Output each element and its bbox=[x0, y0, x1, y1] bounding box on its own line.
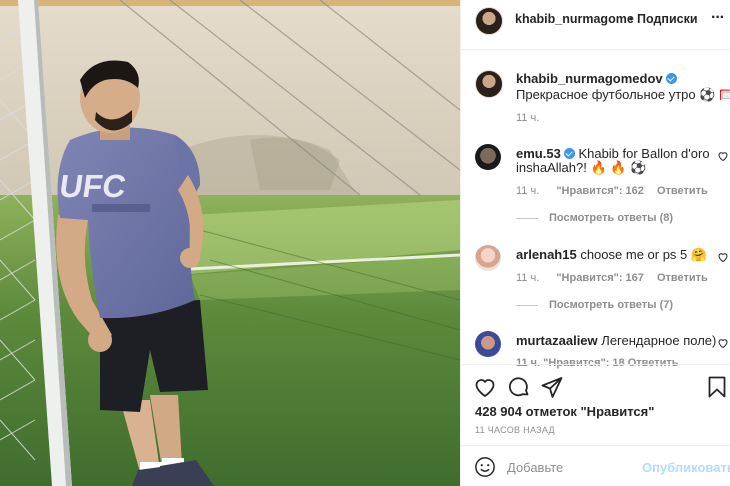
comment-likes[interactable]: "Нравится": 162 bbox=[556, 185, 644, 197]
view-replies-button[interactable]: Посмотреть ответы (7) bbox=[549, 299, 673, 311]
comment-avatar-arlenah15[interactable] bbox=[475, 245, 501, 271]
reply-button[interactable]: Ответить bbox=[657, 272, 708, 284]
verified-icon bbox=[563, 148, 575, 159]
post-time-ago[interactable]: 11 ЧАСОВ НАЗАД bbox=[475, 425, 555, 435]
author-username[interactable]: khabib_nurmagome bbox=[515, 12, 634, 26]
comment-meta-emu53: 11 ч. "Нравится": 162 Ответить bbox=[516, 185, 708, 197]
view-replies-button[interactable]: Посмотреть ответы (8) bbox=[549, 212, 673, 224]
comment-meta-arlenah15: 11 ч. "Нравится": 167 Ответить bbox=[516, 272, 708, 284]
comment-username-arlenah15[interactable]: arlenah15 bbox=[516, 247, 577, 262]
comment-time[interactable]: 11 ч. bbox=[516, 272, 539, 284]
more-icon[interactable]: ··· bbox=[711, 9, 725, 27]
caption-time[interactable]: 11 ч. bbox=[516, 112, 539, 124]
comment-time[interactable]: 11 ч. bbox=[516, 185, 539, 197]
like-comment-heart-icon[interactable] bbox=[717, 150, 729, 162]
comment-line-3: murtazaaliew Легендарное поле) bbox=[516, 332, 716, 349]
follow-status-button[interactable]: Подписки bbox=[637, 12, 698, 26]
verified-icon bbox=[665, 73, 677, 84]
comment-text-murtazaaliew: Легендарное поле) bbox=[601, 333, 717, 348]
replies-divider bbox=[516, 305, 538, 306]
heart-icon[interactable] bbox=[473, 375, 497, 399]
post-photo-image: UFC bbox=[0, 0, 460, 486]
comment-line-2: arlenah15 choose me or ps 5 🤗 bbox=[516, 246, 707, 263]
caption-username[interactable]: khabib_nurmagomedov bbox=[516, 71, 663, 86]
comment-username-murtazaaliew[interactable]: murtazaaliew bbox=[516, 333, 598, 348]
replies-divider bbox=[516, 218, 538, 219]
emoji-icon[interactable] bbox=[474, 456, 496, 478]
composer-divider bbox=[461, 445, 730, 446]
post-comment-button[interactable]: Опубликовать bbox=[642, 460, 730, 475]
post-actions: 428 904 отметок "Нравится" 11 ЧАСОВ НАЗА… bbox=[461, 364, 730, 486]
comment-avatar-emu53[interactable] bbox=[475, 144, 501, 170]
caption-text: Прекрасное футбольное утро ⚽️ 🥅 bbox=[516, 87, 730, 102]
like-comment-heart-icon[interactable] bbox=[717, 337, 729, 349]
likes-count[interactable]: 428 904 отметок "Нравится" bbox=[475, 404, 654, 419]
shirt-logo-text: UFC bbox=[57, 168, 128, 204]
comment-text-arlenah15: choose me or ps 5 🤗 bbox=[580, 247, 708, 262]
instagram-post-view: UFC khabib_nurmagome • Подписки ··· khab… bbox=[0, 0, 730, 486]
share-icon[interactable] bbox=[540, 375, 564, 399]
header-separator: • bbox=[629, 12, 634, 26]
comment-input[interactable]: Добавьте bbox=[507, 460, 563, 475]
reply-button[interactable]: Ответить bbox=[657, 185, 708, 197]
bookmark-icon[interactable] bbox=[705, 375, 729, 399]
comment-text-emu53-b: inshaAllah?! 🔥 🔥 ⚽️ bbox=[516, 160, 647, 175]
post-header: khabib_nurmagome • Подписки ··· bbox=[461, 0, 730, 50]
comment-icon[interactable] bbox=[507, 375, 531, 399]
post-photo[interactable]: UFC bbox=[0, 0, 460, 486]
comment-avatar-murtazaaliew[interactable] bbox=[475, 331, 501, 357]
comment-likes[interactable]: "Нравится": 167 bbox=[556, 272, 644, 284]
author-avatar[interactable] bbox=[475, 7, 503, 35]
caption-avatar[interactable] bbox=[475, 70, 503, 98]
like-comment-heart-icon[interactable] bbox=[717, 251, 729, 263]
post-side-panel: khabib_nurmagome • Подписки ··· khabib_n… bbox=[460, 0, 730, 486]
